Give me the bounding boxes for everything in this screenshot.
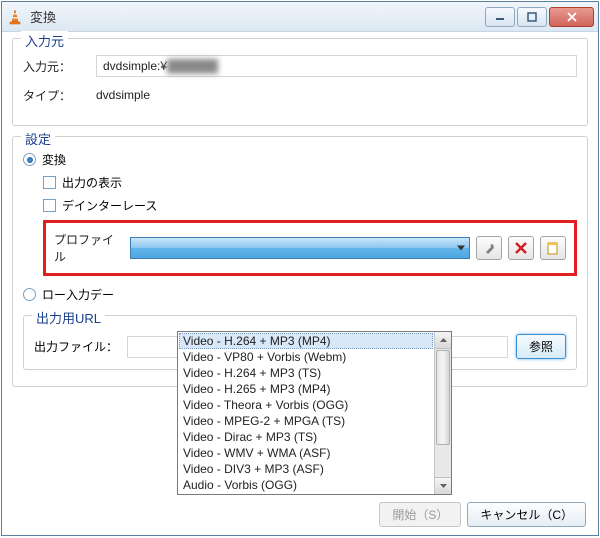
convert-dialog: 変換 入力元 入力元： dvdsimple:¥██████ タイプ xyxy=(1,1,599,536)
profile-label: プロファイル xyxy=(54,231,124,265)
new-profile-button[interactable] xyxy=(540,236,566,260)
cancel-button[interactable]: キャンセル（C） xyxy=(467,502,586,527)
new-profile-icon xyxy=(546,241,560,255)
output-file-label: 出力ファイル： xyxy=(34,338,119,355)
titlebar[interactable]: 変換 xyxy=(2,2,598,32)
profile-option[interactable]: Video - Dirac + MP3 (TS) xyxy=(179,429,433,445)
scroll-thumb[interactable] xyxy=(436,350,450,445)
start-button[interactable]: 開始（S） xyxy=(379,502,461,527)
deinterlace-label: デインターレース xyxy=(62,197,157,214)
profile-option[interactable]: Video - VP80 + Vorbis (Webm) xyxy=(179,349,433,365)
browse-button[interactable]: 参照 xyxy=(516,334,566,359)
profile-option[interactable]: Video - H.264 + MP3 (MP4) xyxy=(179,333,433,349)
raw-input-label: ロー入力デー xyxy=(42,286,114,303)
source-path-label: 入力元： xyxy=(23,58,88,75)
profile-option[interactable]: Video - Theora + Vorbis (OGG) xyxy=(179,397,433,413)
close-button[interactable] xyxy=(549,7,594,27)
dropdown-scrollbar[interactable] xyxy=(434,332,451,494)
show-output-checkbox[interactable] xyxy=(43,176,56,189)
maximize-button[interactable] xyxy=(517,7,547,27)
source-path-text: dvdsimple:¥ xyxy=(103,59,167,73)
profile-option[interactable]: Video - DIV3 + MP3 (ASF) xyxy=(179,461,433,477)
wrench-icon xyxy=(482,241,496,255)
profile-option[interactable]: Video - H.264 + MP3 (TS) xyxy=(179,365,433,381)
chevron-down-icon xyxy=(457,246,465,251)
profile-highlight-box: プロファイル xyxy=(43,220,577,276)
profile-option[interactable]: Video - H.265 + MP3 (MP4) xyxy=(179,381,433,397)
convert-radio-label: 変換 xyxy=(42,151,66,168)
scroll-up-arrow[interactable] xyxy=(435,332,451,349)
settings-legend: 設定 xyxy=(21,129,55,148)
delete-icon xyxy=(515,242,527,254)
profile-option[interactable]: Video - MPEG-2 + MPGA (TS) xyxy=(179,413,433,429)
profile-dropdown-list: Video - H.264 + MP3 (MP4) Video - VP80 +… xyxy=(178,332,434,494)
source-type-value: dvdsimple xyxy=(96,85,577,105)
show-output-label: 出力の表示 xyxy=(62,174,122,191)
profile-option[interactable]: Audio - Vorbis (OGG) xyxy=(179,477,433,493)
edit-profile-button[interactable] xyxy=(476,236,502,260)
source-path-value: dvdsimple:¥██████ xyxy=(96,55,577,77)
browse-label: 参照 xyxy=(529,338,553,355)
source-legend: 入力元 xyxy=(21,31,68,50)
profile-dropdown[interactable]: Video - H.264 + MP3 (MP4) Video - VP80 +… xyxy=(177,331,452,495)
deinterlace-checkbox[interactable] xyxy=(43,199,56,212)
profile-combobox[interactable] xyxy=(130,237,470,259)
vlc-cone-icon xyxy=(6,8,24,26)
source-type-label: タイプ： xyxy=(23,87,88,104)
output-url-legend: 出力用URL xyxy=(32,308,105,327)
minimize-button[interactable] xyxy=(485,7,515,27)
window-title: 変換 xyxy=(30,7,485,26)
convert-radio[interactable] xyxy=(23,153,36,166)
raw-input-radio[interactable] xyxy=(23,288,36,301)
delete-profile-button[interactable] xyxy=(508,236,534,260)
redacted-text: ██████ xyxy=(167,59,218,73)
cancel-label: キャンセル（C） xyxy=(480,506,573,523)
source-group: 入力元 入力元： dvdsimple:¥██████ タイプ： dvdsimpl… xyxy=(12,38,588,126)
scroll-down-arrow[interactable] xyxy=(435,477,451,494)
start-label: 開始（S） xyxy=(392,506,448,523)
profile-option[interactable]: Video - WMV + WMA (ASF) xyxy=(179,445,433,461)
